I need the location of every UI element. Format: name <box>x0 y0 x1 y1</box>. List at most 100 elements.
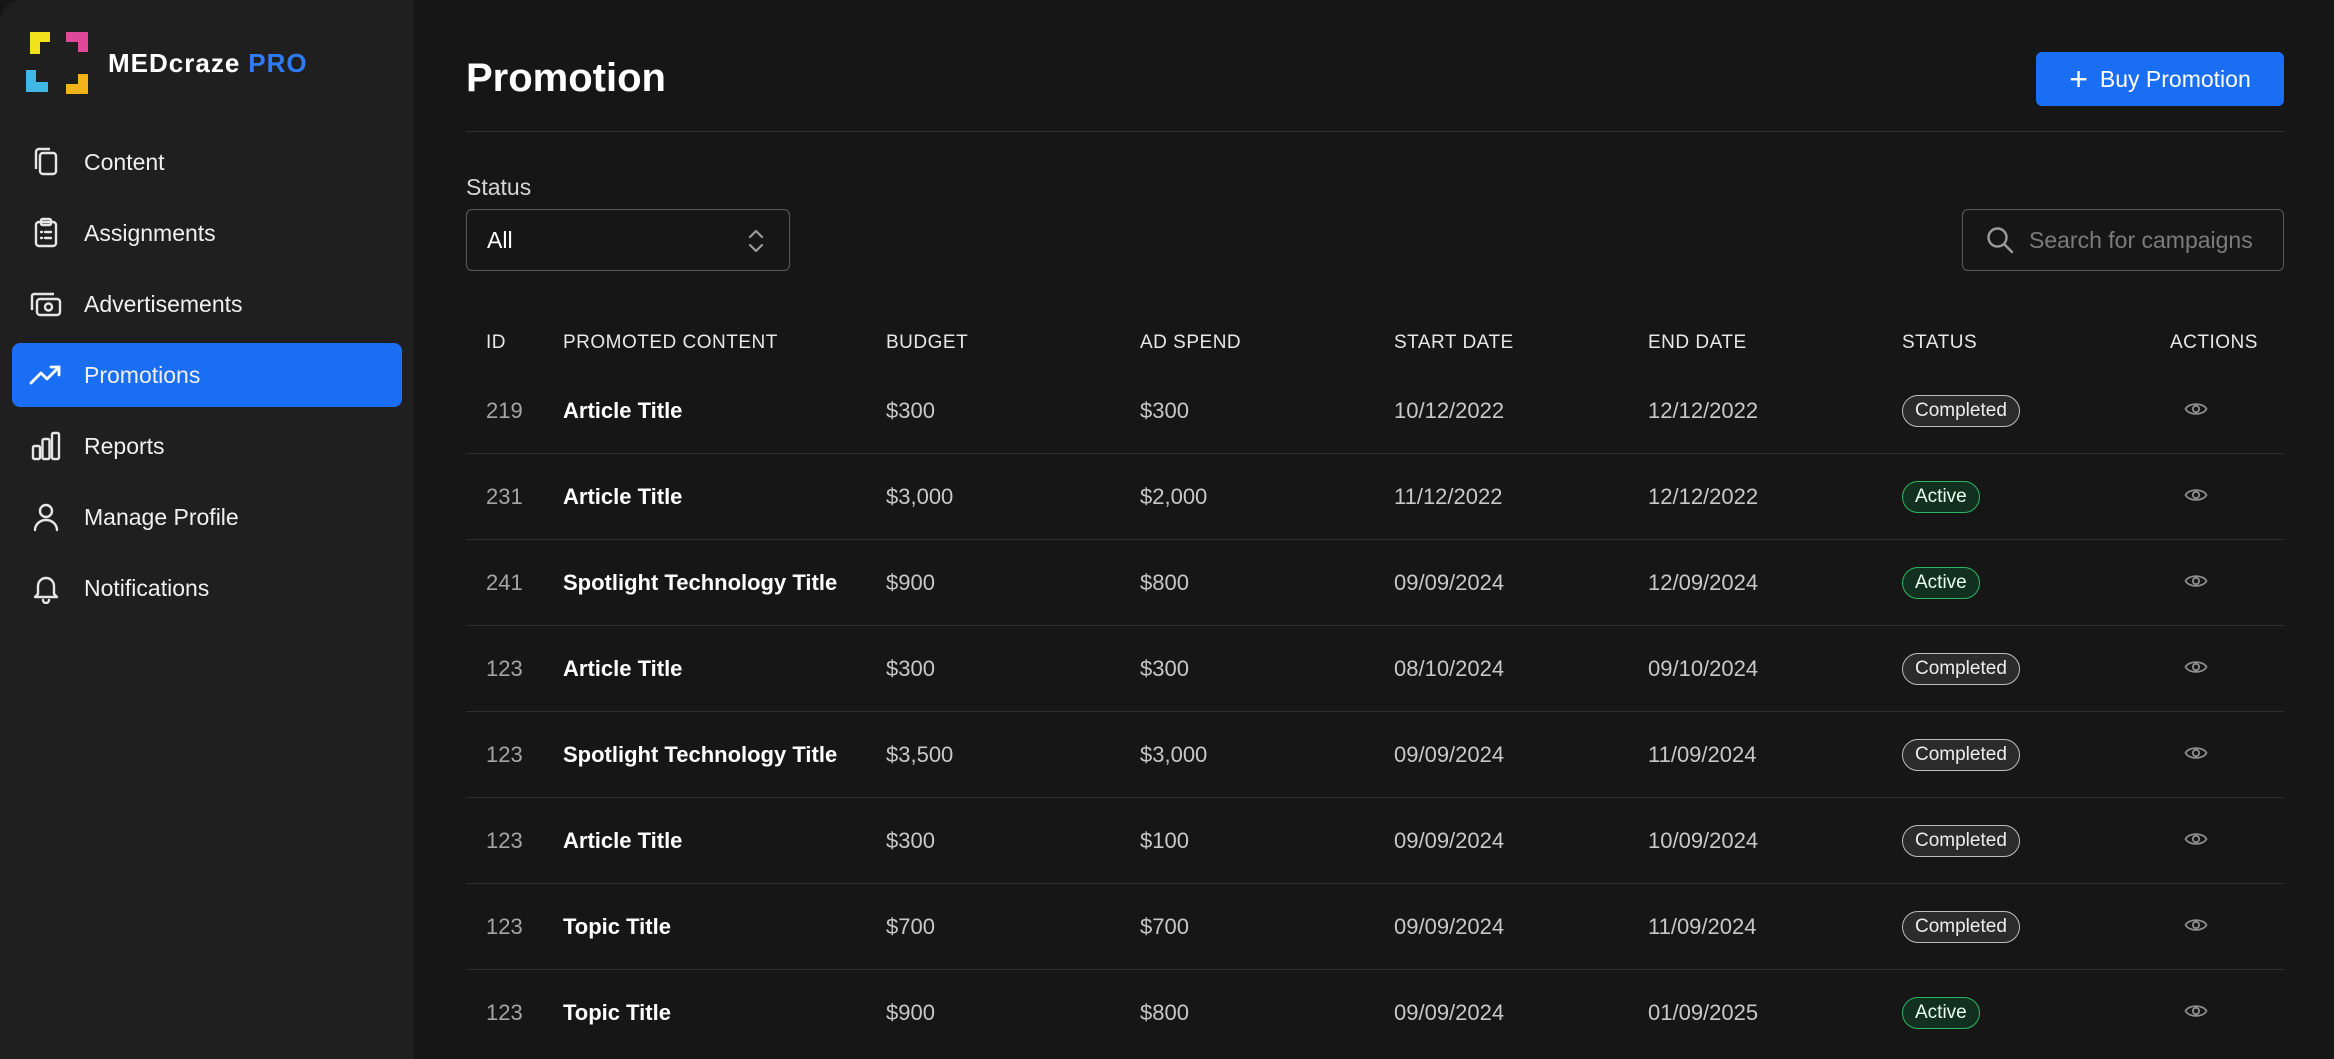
buy-promotion-button[interactable]: + Buy Promotion <box>2036 52 2284 106</box>
row-end-date: 12/12/2022 <box>1648 397 1759 423</box>
row-id: 123 <box>486 913 523 939</box>
status-badge: Completed <box>1902 738 2020 771</box>
row-budget: $300 <box>886 397 935 423</box>
search-input[interactable] <box>2029 226 2279 254</box>
row-start-date: 09/09/2024 <box>1394 913 1505 939</box>
row-id: 241 <box>486 569 523 595</box>
sidebar-item-notifications[interactable]: Notifications <box>12 556 402 620</box>
row-start-date: 09/09/2024 <box>1394 741 1505 767</box>
bar-chart-icon <box>28 428 64 464</box>
row-budget: $900 <box>886 569 935 595</box>
row-budget: $900 <box>886 1000 935 1025</box>
column-header-status[interactable]: STATUS <box>1902 332 2156 354</box>
status-select[interactable]: All <box>466 209 790 271</box>
sidebar-item-label: Promotions <box>84 361 201 388</box>
row-id: 123 <box>486 827 523 853</box>
row-promoted-content: Article Title <box>563 483 683 509</box>
column-header-id[interactable]: ID <box>466 332 563 354</box>
eye-icon[interactable] <box>2184 486 2208 504</box>
sidebar-item-label: Reports <box>84 432 165 459</box>
eye-icon[interactable] <box>2184 400 2208 418</box>
column-header-end-date[interactable]: END DATE <box>1648 332 1902 354</box>
brand[interactable]: MEDcraze PRO <box>24 30 308 96</box>
promotions-table: ID PROMOTED CONTENT BUDGET AD SPEND STAR… <box>466 318 2284 1056</box>
table-row[interactable]: 219 Article Title $300 $300 10/12/2022 1… <box>466 368 2284 454</box>
row-start-date: 09/09/2024 <box>1394 1000 1505 1025</box>
table-header: ID PROMOTED CONTENT BUDGET AD SPEND STAR… <box>466 318 2284 368</box>
row-id: 123 <box>486 1000 523 1025</box>
status-badge: Active <box>1902 480 1980 513</box>
row-end-date: 11/09/2024 <box>1648 913 1757 939</box>
row-promoted-content: Article Title <box>563 827 683 853</box>
row-ad-spend: $300 <box>1140 655 1189 681</box>
row-ad-spend: $3,000 <box>1140 741 1208 767</box>
status-filter-label: Status <box>466 174 532 200</box>
row-start-date: 09/09/2024 <box>1394 827 1505 853</box>
row-end-date: 01/09/2025 <box>1648 1000 1759 1025</box>
table-row[interactable]: 123 Topic Title $700 $700 09/09/2024 11/… <box>466 884 2284 970</box>
status-badge: Active <box>1902 997 1980 1029</box>
sidebar-item-label: Assignments <box>84 219 216 246</box>
row-id: 123 <box>486 741 523 767</box>
header-divider <box>466 131 2284 132</box>
sidebar-item-content[interactable]: Content <box>12 130 402 194</box>
status-badge: Completed <box>1902 910 2020 943</box>
status-badge: Active <box>1902 566 1980 599</box>
row-budget: $3,000 <box>886 483 954 509</box>
table-row[interactable]: 241 Spotlight Technology Title $900 $800… <box>466 540 2284 626</box>
sidebar-nav: Content Assignments Advertisements Promo… <box>12 130 402 627</box>
bell-icon <box>28 570 64 606</box>
column-header-start-date[interactable]: START DATE <box>1394 332 1648 354</box>
page-title: Promotion <box>466 56 666 100</box>
eye-icon[interactable] <box>2184 916 2208 934</box>
eye-icon[interactable] <box>2184 744 2208 762</box>
row-promoted-content: Article Title <box>563 397 683 423</box>
sidebar-item-assignments[interactable]: Assignments <box>12 201 402 265</box>
search-box[interactable] <box>1962 209 2284 271</box>
row-promoted-content: Spotlight Technology Title <box>563 741 838 767</box>
table-row[interactable]: 123 Article Title $300 $300 08/10/2024 0… <box>466 626 2284 712</box>
sidebar-item-label: Advertisements <box>84 290 243 317</box>
column-header-promoted-content[interactable]: PROMOTED CONTENT <box>563 332 886 354</box>
copy-icon <box>28 144 64 180</box>
table-row[interactable]: 123 Topic Title $900 $800 09/09/2024 01/… <box>466 970 2284 1056</box>
advertisement-icon <box>28 286 64 322</box>
row-start-date: 10/12/2022 <box>1394 397 1505 423</box>
sidebar-item-label: Content <box>84 148 165 175</box>
row-start-date: 08/10/2024 <box>1394 655 1505 681</box>
sidebar-item-manage-profile[interactable]: Manage Profile <box>12 485 402 549</box>
row-ad-spend: $100 <box>1140 827 1189 853</box>
column-header-ad-spend[interactable]: AD SPEND <box>1140 332 1394 354</box>
eye-icon[interactable] <box>2184 1002 2208 1020</box>
row-id: 231 <box>486 483 523 509</box>
table-row[interactable]: 231 Article Title $3,000 $2,000 11/12/20… <box>466 454 2284 540</box>
row-promoted-content: Topic Title <box>563 1000 671 1025</box>
row-budget: $300 <box>886 655 935 681</box>
status-select-value: All <box>487 226 513 253</box>
eye-icon[interactable] <box>2184 830 2208 848</box>
row-ad-spend: $700 <box>1140 913 1189 939</box>
main-content: Promotion + Buy Promotion Status All ID … <box>466 0 2284 1059</box>
trending-up-icon <box>28 357 64 393</box>
eye-icon[interactable] <box>2184 658 2208 676</box>
status-badge: Completed <box>1902 394 2020 427</box>
status-badge: Completed <box>1902 652 2020 685</box>
table-row[interactable]: 123 Article Title $300 $100 09/09/2024 1… <box>466 798 2284 884</box>
sidebar-item-advertisements[interactable]: Advertisements <box>12 272 402 336</box>
row-promoted-content: Spotlight Technology Title <box>563 569 838 595</box>
brand-name: MEDcraze <box>108 47 241 78</box>
sidebar-item-reports[interactable]: Reports <box>12 414 402 478</box>
table-row[interactable]: 123 Spotlight Technology Title $3,500 $3… <box>466 712 2284 798</box>
row-end-date: 12/09/2024 <box>1648 569 1759 595</box>
sidebar-item-label: Manage Profile <box>84 503 239 530</box>
row-promoted-content: Topic Title <box>563 913 671 939</box>
row-ad-spend: $800 <box>1140 569 1189 595</box>
sidebar-item-promotions[interactable]: Promotions <box>12 343 402 407</box>
row-end-date: 09/10/2024 <box>1648 655 1759 681</box>
chevron-up-down-icon <box>748 229 764 253</box>
sidebar-item-label: Notifications <box>84 574 210 601</box>
column-header-budget[interactable]: BUDGET <box>886 332 1140 354</box>
eye-icon[interactable] <box>2184 572 2208 590</box>
row-id: 219 <box>486 397 523 423</box>
clipboard-icon <box>28 215 64 251</box>
